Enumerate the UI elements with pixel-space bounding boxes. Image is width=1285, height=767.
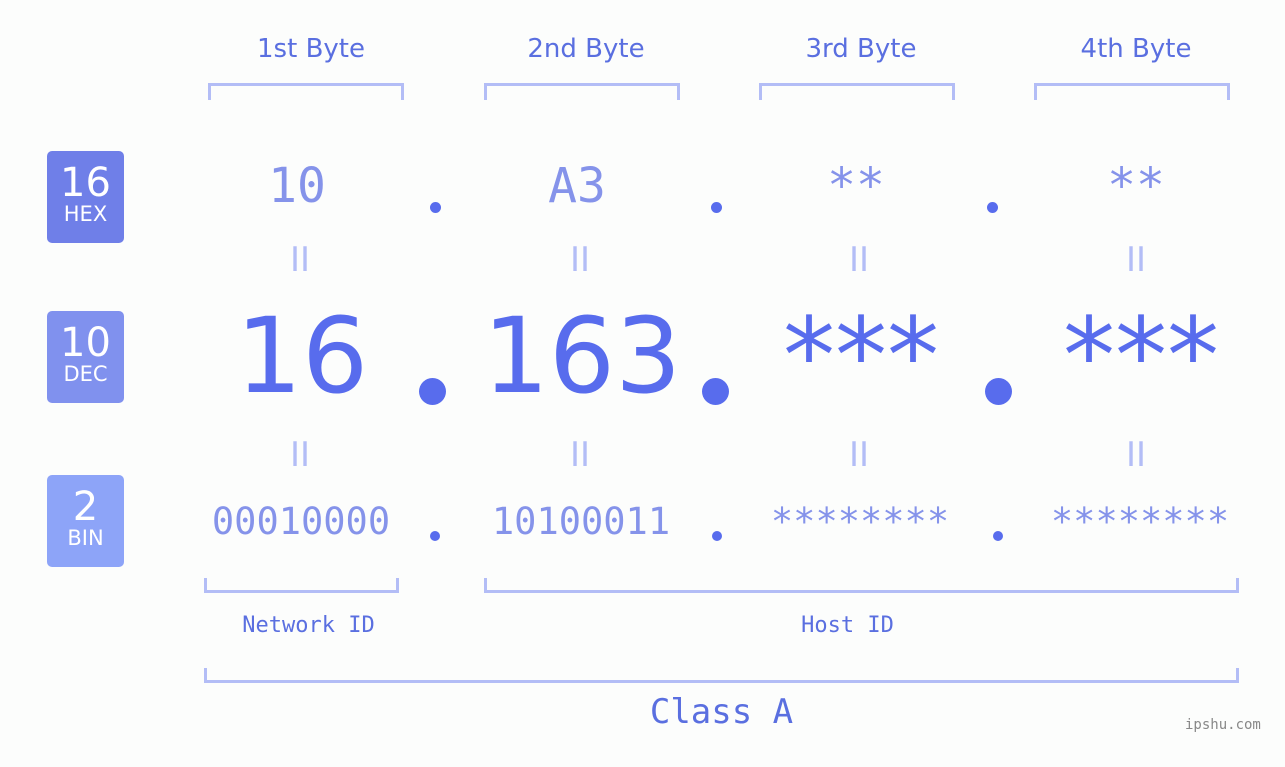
hex-byte-1: 10 (268, 158, 326, 214)
bin-dot-3 (993, 531, 1003, 541)
bracket-byte-2 (484, 83, 680, 100)
hex-dot-1 (430, 202, 441, 213)
host-id-bracket (484, 578, 1239, 593)
equals-icon: II (569, 435, 591, 475)
bracket-byte-4 (1034, 83, 1230, 100)
equals-icon: II (848, 435, 870, 475)
class-bracket (204, 668, 1239, 683)
dec-dot-3 (985, 378, 1012, 405)
class-label: Class A (649, 692, 794, 732)
dec-byte-4: *** (1063, 295, 1219, 417)
bin-byte-1: 00010000 (211, 500, 391, 543)
dec-dot-2 (702, 378, 729, 405)
dec-badge: 10 DEC (47, 311, 124, 403)
dec-byte-3: *** (783, 295, 939, 417)
bracket-byte-1 (208, 83, 404, 100)
equals-icon: II (289, 240, 311, 280)
hex-byte-3: ** (827, 158, 885, 214)
header-byte-3: 3rd Byte (805, 34, 917, 64)
dec-byte-2: 163 (482, 295, 682, 417)
header-byte-1: 1st Byte (257, 34, 365, 64)
hex-badge-number: 16 (60, 160, 111, 206)
dec-badge-number: 10 (60, 320, 111, 366)
equals-icon: II (848, 240, 870, 280)
bin-byte-3: ******** (770, 500, 950, 543)
hex-badge-label: HEX (63, 202, 108, 226)
hex-byte-2: A3 (548, 158, 606, 214)
bin-badge: 2 BIN (47, 475, 124, 567)
header-byte-2: 2nd Byte (527, 34, 645, 64)
network-id-bracket (204, 578, 399, 593)
bin-badge-label: BIN (67, 526, 104, 550)
equals-icon: II (569, 240, 591, 280)
bin-dot-2 (712, 531, 722, 541)
hex-badge: 16 HEX (47, 151, 124, 243)
watermark: ipshu.com (1185, 717, 1261, 733)
bin-dot-1 (430, 531, 440, 541)
equals-icon: II (289, 435, 311, 475)
bracket-byte-3 (759, 83, 955, 100)
bin-byte-4: ******** (1050, 500, 1230, 543)
dec-badge-label: DEC (63, 362, 108, 386)
dec-byte-1: 16 (235, 295, 369, 417)
hex-dot-3 (987, 202, 998, 213)
bin-byte-2: 10100011 (491, 500, 671, 543)
bin-badge-number: 2 (72, 484, 99, 530)
header-byte-4: 4th Byte (1080, 34, 1192, 64)
equals-icon: II (1125, 240, 1147, 280)
dec-dot-1 (419, 378, 446, 405)
equals-icon: II (1125, 435, 1147, 475)
hex-byte-4: ** (1107, 158, 1165, 214)
host-id-label: Host ID (801, 613, 894, 638)
network-id-label: Network ID (242, 613, 375, 638)
hex-dot-2 (711, 202, 722, 213)
